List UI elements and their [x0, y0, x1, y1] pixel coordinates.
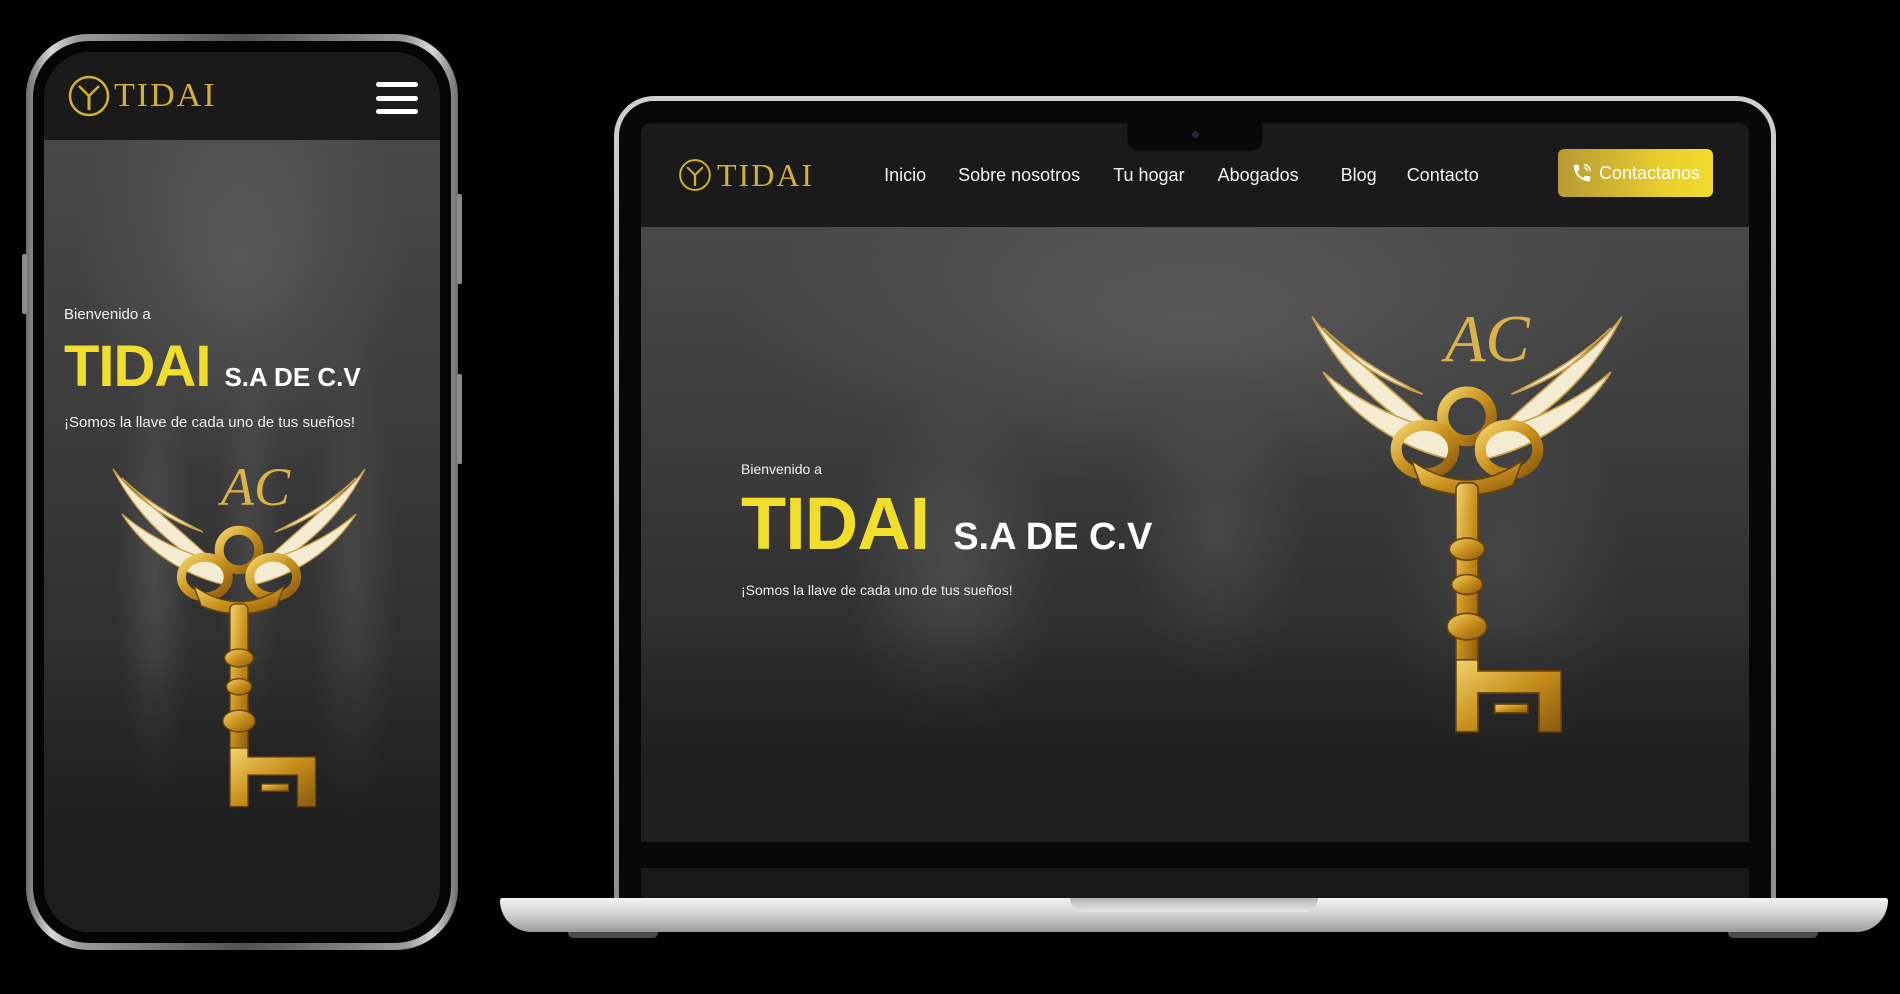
winged-key-emblem: AC — [112, 457, 366, 808]
contactanos-label: Contactanos — [1598, 162, 1701, 183]
welcome-text: Bienvenido a — [64, 306, 151, 323]
tagline: ¡Somos la llave de cada uno de tus sueño… — [741, 582, 1013, 598]
phone-screen: TIDAI Bienvenido a TIDAI S.A DE C.V ¡Som… — [44, 52, 440, 932]
site-logo[interactable]: TIDAI — [677, 157, 814, 194]
hero-text-block: Bienvenido a TIDAI S.A DE C.V ¡Somos la … — [741, 461, 1152, 598]
site-logo[interactable]: TIDAI — [66, 73, 217, 119]
laptop-screen: TIDAI Inicio Sobre nosotros Tu hogar Abo… — [641, 123, 1749, 842]
logo-key-icon — [679, 159, 711, 191]
nav-blog[interactable]: Blog — [1341, 165, 1377, 186]
welcome-text: Bienvenido a — [741, 461, 822, 477]
mobile-header: TIDAI — [44, 52, 440, 140]
laptop-foot — [568, 932, 658, 938]
phone-side-button — [457, 374, 462, 464]
brand-name: TIDAI — [741, 482, 930, 565]
nav-tu-hogar[interactable]: Tu hogar — [1113, 165, 1184, 186]
logo-text: TIDAI — [717, 156, 815, 193]
brand-heading: TIDAI S.A DE C.V — [64, 323, 404, 400]
phone-mockup: TIDAI Bienvenido a TIDAI S.A DE C.V ¡Som… — [22, 34, 462, 950]
winged-key-emblem: AC — [1311, 303, 1623, 733]
brand-suffix: S.A DE C.V — [224, 362, 361, 392]
laptop-base — [500, 898, 1888, 932]
laptop-foot — [1728, 932, 1818, 938]
nav-contacto[interactable]: Contacto — [1407, 165, 1479, 186]
phone-power-button — [457, 194, 462, 284]
hero-text-block: Bienvenido a TIDAI S.A DE C.V ¡Somos la … — [64, 306, 404, 431]
logo-key-icon — [68, 75, 110, 117]
brand-suffix: S.A DE C.V — [953, 516, 1153, 558]
phone-icon — [1573, 164, 1591, 182]
nav-sobre-nosotros[interactable]: Sobre nosotros — [958, 165, 1080, 186]
laptop-chin — [641, 868, 1749, 902]
contactanos-button[interactable]: Contactanos — [1558, 149, 1713, 197]
emblem-monogram: AC — [1441, 303, 1531, 376]
tagline: ¡Somos la llave de cada uno de tus sueño… — [64, 414, 356, 431]
emblem-monogram: AC — [218, 457, 291, 517]
logo-text: TIDAI — [114, 77, 217, 114]
laptop-mockup: TIDAI Inicio Sobre nosotros Tu hogar Abo… — [614, 96, 1776, 902]
hamburger-menu-icon[interactable] — [376, 82, 418, 114]
phone-volume-button — [22, 254, 27, 314]
brand-name: TIDAI — [64, 334, 211, 399]
nav-abogados[interactable]: Abogados — [1218, 165, 1299, 186]
nav-inicio[interactable]: Inicio — [884, 165, 926, 186]
camera-notch — [1127, 123, 1263, 151]
laptop-opening-notch — [1070, 898, 1318, 912]
main-nav: Inicio Sobre nosotros Tu hogar Abogados … — [884, 165, 1479, 186]
brand-heading: TIDAI S.A DE C.V — [741, 477, 1152, 566]
